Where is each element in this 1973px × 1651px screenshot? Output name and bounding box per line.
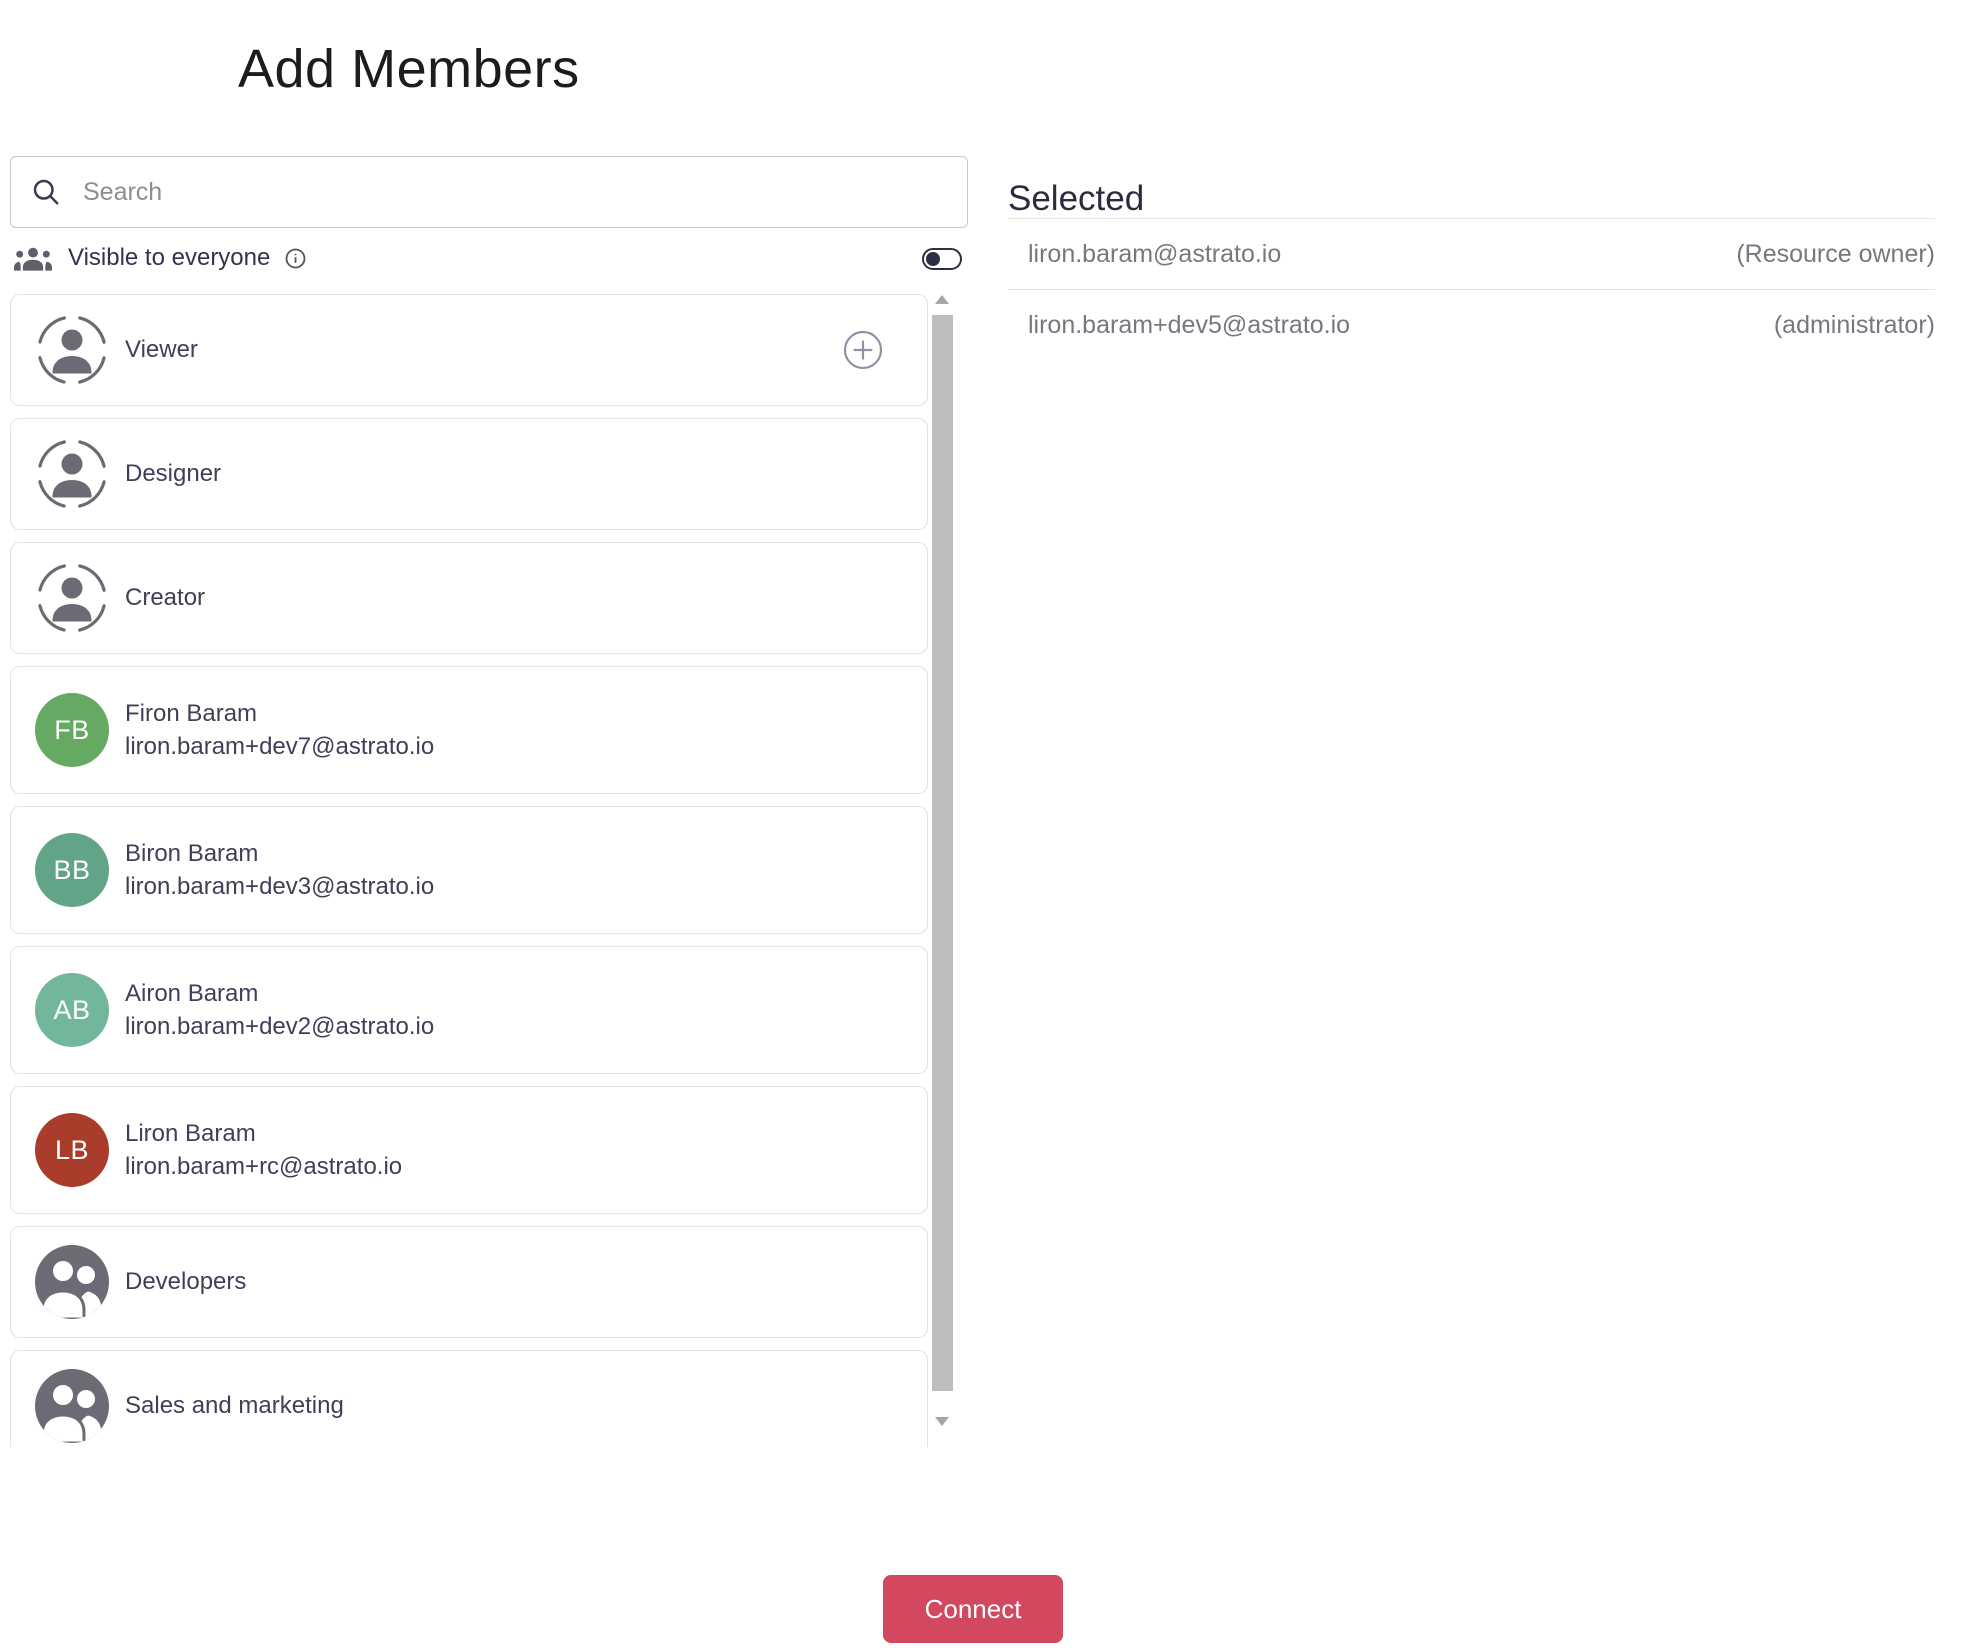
page-title: Add Members [238,39,580,100]
search-box[interactable] [10,156,968,228]
search-icon [33,179,59,205]
list-item-text: Sales and marketing [125,1392,344,1420]
add-member-button[interactable] [841,328,885,372]
role-avatar-icon [35,561,109,635]
user-name: Liron Baram [125,1120,256,1147]
list-item[interactable]: Designer [10,418,928,530]
selected-email: liron.baram+dev5@astrato.io [1028,310,1351,339]
info-icon[interactable] [284,247,307,270]
visibility-toggle[interactable] [922,248,962,270]
list-item[interactable]: Sales and marketing [10,1350,928,1447]
avatar-initials: AB [53,994,91,1025]
list-scrollbar [932,282,953,1447]
selected-role: (administrator) [1773,310,1935,339]
list-item-text: Designer [125,460,221,488]
user-avatar: BB [35,833,109,907]
list-item-label: Creator [125,584,206,611]
user-email: liron.baram+dev7@astrato.io [125,733,435,760]
selected-row: liron.baram@astrato.io (Resource owner) [1008,218,1935,289]
visibility-row: Visible to everyone [14,238,968,278]
list-item-text: Viewer [125,336,198,364]
user-avatar: FB [35,693,109,767]
list-item-text: Biron Baram liron.baram+dev3@astrato.io [125,837,434,903]
role-avatar-icon [35,437,109,511]
list-item[interactable]: FB Firon Baram liron.baram+dev7@astrato.… [10,666,928,794]
people-group-icon [14,247,52,271]
role-avatar-icon [35,313,109,387]
list-item-text: Liron Baram liron.baram+rc@astrato.io [125,1117,402,1183]
user-name: Biron Baram [125,840,259,867]
group-avatar-icon [35,1245,109,1319]
list-item-text: Developers [125,1268,246,1296]
list-item[interactable]: AB Airon Baram liron.baram+dev2@astrato.… [10,946,928,1074]
plus-circle-icon [843,330,883,370]
user-name: Airon Baram [125,980,259,1007]
user-avatar: LB [35,1113,109,1187]
member-list: Viewer Designer Creator FB Firon Baram l… [10,282,954,1447]
list-item-text: Creator [125,584,205,612]
list-item-label: Sales and marketing [125,1392,344,1419]
avatar-initials: BB [53,854,91,885]
user-avatar: AB [35,973,109,1047]
visibility-label: Visible to everyone [68,244,271,271]
search-input[interactable] [81,176,947,208]
user-name: Firon Baram [125,700,258,727]
user-email: liron.baram+dev3@astrato.io [125,873,435,900]
list-item-text: Firon Baram liron.baram+dev7@astrato.io [125,697,434,763]
list-item[interactable]: Creator [10,542,928,654]
selected-list: liron.baram@astrato.io (Resource owner) … [1008,218,1935,360]
user-email: liron.baram+rc@astrato.io [125,1153,403,1180]
selected-role: (Resource owner) [1736,239,1935,268]
scroll-down-arrow[interactable] [935,1417,949,1426]
list-item-text: Airon Baram liron.baram+dev2@astrato.io [125,977,434,1043]
list-item[interactable]: Viewer [10,294,928,406]
member-list-column: Viewer Designer Creator FB Firon Baram l… [10,282,928,1447]
group-avatar-icon [35,1369,109,1443]
selected-heading: Selected [1008,179,1145,219]
avatar-initials: LB [54,1134,90,1165]
selected-email: liron.baram@astrato.io [1028,239,1282,268]
list-item-label: Designer [125,460,222,487]
selected-row: liron.baram+dev5@astrato.io (administrat… [1008,289,1935,360]
list-item[interactable]: Developers [10,1226,928,1338]
list-item[interactable]: LB Liron Baram liron.baram+rc@astrato.io [10,1086,928,1214]
toggle-knob [926,252,940,266]
connect-button[interactable]: Connect [883,1575,1063,1643]
list-item-label: Developers [125,1268,247,1295]
scrollbar-thumb[interactable] [932,315,953,1391]
avatar-initials: FB [54,714,90,745]
list-item[interactable]: BB Biron Baram liron.baram+dev3@astrato.… [10,806,928,934]
scroll-up-arrow[interactable] [935,295,949,304]
user-email: liron.baram+dev2@astrato.io [125,1013,435,1040]
list-item-label: Viewer [125,336,198,363]
